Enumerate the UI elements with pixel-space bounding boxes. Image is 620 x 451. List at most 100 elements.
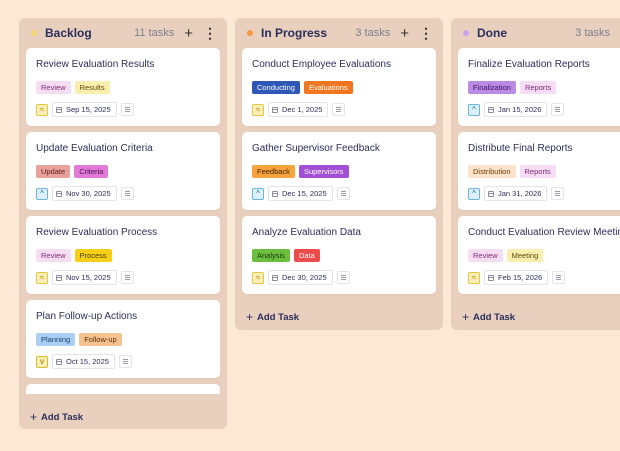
due-date-text: Sep 15, 2025 — [66, 105, 111, 114]
card-title: Distribute Final Reports — [468, 143, 573, 154]
chevron-up-icon[interactable]: ^ — [252, 187, 264, 200]
tag: Reports — [519, 81, 557, 94]
card-title: Review Evaluation Process — [36, 227, 158, 238]
notes-icon[interactable] — [552, 271, 566, 284]
task-card[interactable]: Plan Follow-up Actions Planning Follow-u… — [26, 300, 220, 378]
add-icon[interactable]: + — [400, 26, 409, 41]
double-chevron-up-icon[interactable]: ≈ — [252, 271, 264, 284]
due-date-text: Nov 15, 2025 — [66, 273, 111, 282]
calendar-icon — [272, 274, 278, 281]
task-card[interactable]: Gather Supervisor Feedback Feedback Supe… — [242, 132, 436, 210]
tag: Planning — [36, 333, 76, 346]
task-card[interactable]: Review Evaluation Process Review Process… — [26, 216, 220, 294]
card-title: Conduct Evaluation Review Meeting — [468, 227, 620, 238]
due-date-text: Nov 30, 2025 — [66, 189, 111, 198]
card-title: Analyze Evaluation Data — [252, 227, 361, 238]
plus-icon: + — [462, 310, 470, 324]
tag: Review — [468, 249, 503, 262]
double-chevron-up-icon[interactable]: ≈ — [36, 103, 48, 116]
due-date[interactable]: Jan 31, 2026 — [484, 186, 548, 201]
due-date[interactable]: Dec 30, 2025 — [268, 270, 333, 285]
status-dot-icon — [247, 30, 253, 36]
calendar-icon — [488, 190, 494, 197]
tag: Review — [36, 81, 71, 94]
add-task-label: Add Task — [257, 311, 300, 323]
due-date[interactable]: Oct 15, 2025 — [52, 354, 115, 369]
calendar-icon — [272, 190, 278, 197]
card-title: Update Evaluation Criteria — [36, 143, 153, 154]
calendar-icon — [488, 274, 494, 281]
column-header: Backlog 11 tasks + ⋮ — [19, 18, 227, 48]
double-chevron-up-icon[interactable]: ≈ — [252, 103, 264, 116]
notes-icon[interactable] — [118, 355, 132, 368]
plus-icon: + — [246, 310, 254, 324]
notes-icon[interactable] — [551, 103, 565, 116]
column-header: Done 3 tasks — [451, 18, 620, 48]
column-title: Backlog — [45, 26, 92, 40]
card-title: Review Evaluation Results — [36, 59, 155, 70]
due-date[interactable]: Feb 15, 2026 — [484, 270, 549, 285]
task-card[interactable]: Update Evaluation Criteria Update Criter… — [26, 132, 220, 210]
card-title: Plan Follow-up Actions — [36, 311, 138, 322]
add-task-label: Add Task — [41, 411, 84, 423]
task-card[interactable]: Distribute Final Reports Distribution Re… — [458, 132, 620, 210]
notes-icon[interactable] — [336, 271, 350, 284]
tag: Supervisors — [298, 165, 349, 178]
calendar-icon — [488, 106, 494, 113]
tag: Follow-up — [79, 333, 122, 346]
task-card[interactable]: Analyze Evaluation Data Analysis Data ≈ … — [242, 216, 436, 294]
tag: Finalization — [468, 81, 516, 94]
notes-icon[interactable] — [336, 187, 350, 200]
task-count: 11 tasks — [134, 27, 175, 39]
column-title: Done — [477, 26, 507, 40]
chevron-up-icon[interactable]: ^ — [468, 187, 480, 200]
more-vertical-icon[interactable]: ⋮ — [419, 26, 433, 40]
due-date[interactable]: Jan 15, 2026 — [484, 102, 548, 117]
task-card-partial[interactable] — [26, 384, 220, 394]
task-card[interactable]: Finalize Evaluation Reports Finalization… — [458, 48, 620, 126]
column-in-progress: In Progress 3 tasks + ⋮ Conduct Employee… — [235, 18, 443, 330]
calendar-icon — [56, 106, 62, 113]
calendar-icon — [56, 190, 62, 197]
chevron-down-icon[interactable]: v — [36, 355, 48, 368]
status-dot-icon — [31, 30, 37, 36]
column-header: In Progress 3 tasks + ⋮ — [235, 18, 443, 48]
add-task-button[interactable]: + Add Task — [19, 400, 227, 434]
due-date-text: Jan 31, 2026 — [498, 189, 542, 198]
add-task-label: Add Task — [473, 311, 516, 323]
plus-icon: + — [30, 410, 38, 424]
tag: Reports — [519, 165, 556, 178]
tag: Results — [74, 81, 110, 94]
task-count: 3 tasks — [575, 27, 610, 39]
task-card[interactable]: Review Evaluation Results Review Results… — [26, 48, 220, 126]
tag: Review — [36, 249, 71, 262]
due-date-text: Dec 1, 2025 — [282, 105, 323, 114]
task-card[interactable]: Conduct Employee Evaluations Conducting … — [242, 48, 436, 126]
due-date[interactable]: Dec 15, 2025 — [268, 186, 333, 201]
due-date[interactable]: Nov 15, 2025 — [52, 270, 117, 285]
tag: Data — [293, 249, 320, 262]
due-date[interactable]: Dec 1, 2025 — [268, 102, 329, 117]
task-card[interactable]: Conduct Evaluation Review Meeting Review… — [458, 216, 620, 294]
due-date[interactable]: Nov 30, 2025 — [52, 186, 117, 201]
due-date[interactable]: Sep 15, 2025 — [52, 102, 117, 117]
tag: Criteria — [74, 165, 109, 178]
notes-icon[interactable] — [551, 187, 565, 200]
notes-icon[interactable] — [120, 103, 134, 116]
task-count: 3 tasks — [355, 27, 391, 39]
tag: Process — [74, 249, 112, 262]
add-task-button[interactable]: + Add Task — [451, 300, 620, 334]
chevron-up-icon[interactable]: ^ — [468, 103, 480, 116]
add-icon[interactable]: + — [184, 26, 193, 41]
chevron-up-icon[interactable]: ^ — [36, 187, 48, 200]
card-title: Gather Supervisor Feedback — [252, 143, 380, 154]
add-task-button[interactable]: + Add Task — [235, 300, 443, 334]
due-date-text: Oct 15, 2025 — [66, 357, 109, 366]
double-chevron-up-icon[interactable]: ≈ — [468, 271, 480, 284]
double-chevron-up-icon[interactable]: ≈ — [36, 271, 48, 284]
notes-icon[interactable] — [120, 187, 134, 200]
more-vertical-icon[interactable]: ⋮ — [203, 26, 217, 40]
notes-icon[interactable] — [120, 271, 134, 284]
notes-icon[interactable] — [332, 103, 346, 116]
card-title: Conduct Employee Evaluations — [252, 59, 391, 70]
